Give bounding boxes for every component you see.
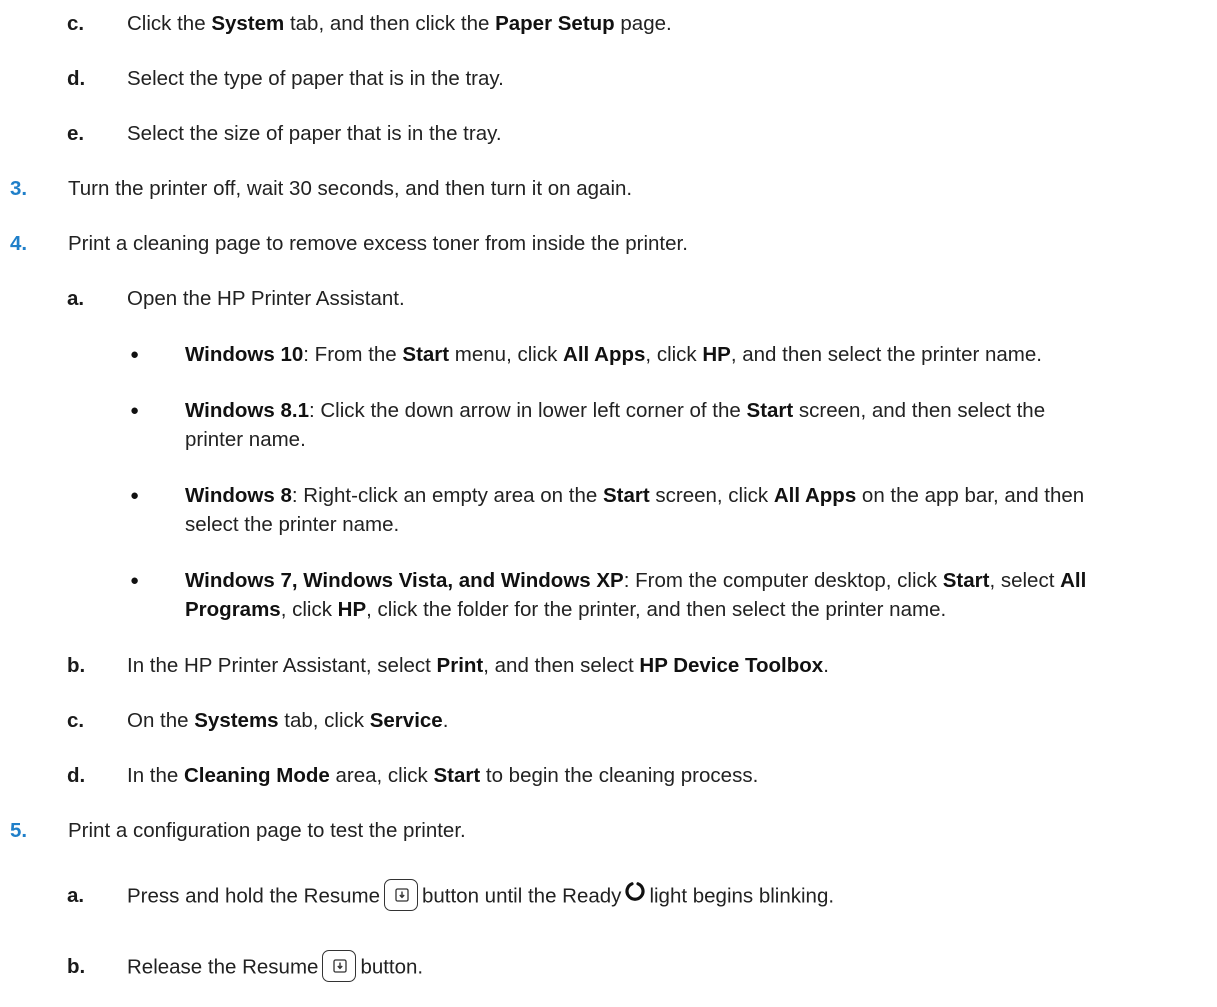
step-5-configuration-page: Print a configuration page to test the p…: [68, 819, 466, 842]
step-c-service: On the Systems tab, click Service.: [127, 709, 449, 732]
resume-button-icon-2: [322, 950, 357, 982]
step-d-paper-type: Select the type of paper that is in the …: [127, 67, 504, 90]
bullet-windows-8: ●: [130, 487, 140, 504]
windows-8-instructions-line-2: select the printer name.: [185, 513, 400, 536]
step-marker-b-2: b.: [67, 955, 86, 978]
resume-button-icon: [383, 879, 418, 911]
step-c-paper-setup: Click the System tab, and then click the…: [127, 12, 672, 35]
windows-7-instructions-line-2: Programs, click HP, click the folder for…: [185, 598, 947, 621]
step-marker-a-2: a.: [67, 884, 85, 907]
bullet-windows-10: ●: [130, 346, 140, 363]
step-marker-b: b.: [67, 654, 86, 677]
step-a-press-resume: Press and hold the Resume button until th…: [127, 879, 834, 913]
step-number-5: 5.: [10, 819, 28, 842]
step-marker-d: d.: [67, 67, 86, 90]
step-marker-e: e.: [67, 122, 85, 145]
step-marker-c: c.: [67, 12, 85, 35]
step-4-cleaning-page: Print a cleaning page to remove excess t…: [68, 232, 688, 255]
step-marker-a: a.: [67, 287, 85, 310]
windows-10-instructions: Windows 10: From the Start menu, click A…: [185, 343, 1042, 366]
step-b-release-resume: Release the Resume button.: [127, 950, 423, 984]
step-number-4: 4.: [10, 232, 28, 255]
step-b-device-toolbox: In the HP Printer Assistant, select Prin…: [127, 654, 829, 677]
step-e-paper-size: Select the size of paper that is in the …: [127, 122, 502, 145]
windows-8-instructions: Windows 8: Right-click an empty area on …: [185, 484, 1085, 507]
step-3-power-cycle: Turn the printer off, wait 30 seconds, a…: [68, 177, 633, 200]
windows-8-1-instructions: Windows 8.1: Click the down arrow in low…: [185, 399, 1046, 422]
windows-7-instructions: Windows 7, Windows Vista, and Windows XP…: [185, 569, 1087, 592]
bullet-windows-7: ●: [130, 572, 140, 589]
step-a-open-assistant: Open the HP Printer Assistant.: [127, 287, 405, 310]
step-number-3: 3.: [10, 177, 28, 200]
ready-light-icon: [624, 880, 646, 911]
step-d-cleaning-mode: In the Cleaning Mode area, click Start t…: [127, 764, 759, 787]
step-marker-d-2: d.: [67, 764, 86, 787]
step-marker-c-2: c.: [67, 709, 85, 732]
windows-8-1-instructions-line-2: printer name.: [185, 428, 306, 451]
bullet-windows-8-1: ●: [130, 402, 140, 419]
